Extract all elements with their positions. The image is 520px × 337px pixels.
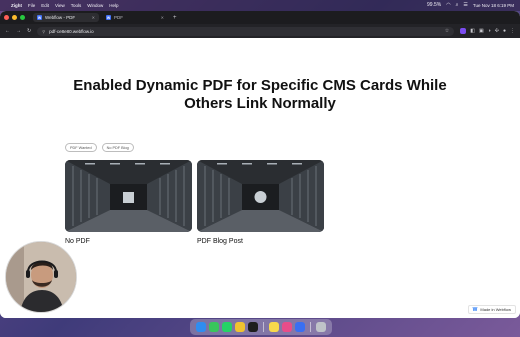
cms-card-pdf-blog-post[interactable]: PDF Blog Post: [197, 160, 324, 245]
page-headline: Enabled Dynamic PDF for Specific CMS Car…: [60, 77, 460, 113]
traffic-lights: [4, 15, 25, 20]
wifi-icon[interactable]: ◠: [446, 3, 450, 8]
battery-text: 99.5%: [427, 2, 442, 8]
menu-file[interactable]: File: [28, 3, 35, 8]
menu-edit[interactable]: Edit: [41, 3, 49, 8]
back-icon[interactable]: ←: [5, 28, 10, 34]
forward-icon[interactable]: →: [16, 28, 21, 34]
server-room-image: [197, 160, 324, 232]
new-tab-button[interactable]: +: [173, 15, 177, 21]
extensions-area: ◧ ▣ ◑ ✣ ● ⋮: [460, 28, 515, 34]
chrome-icon[interactable]: [235, 322, 245, 332]
presenter-avatar: [6, 242, 76, 312]
trash-icon[interactable]: [316, 322, 326, 332]
menu-view[interactable]: View: [55, 3, 65, 8]
control-center-icon[interactable]: ☰: [463, 3, 467, 8]
headline-line-1: Enabled Dynamic PDF for Specific CMS Car…: [73, 77, 447, 94]
minimize-window-button[interactable]: [12, 15, 17, 20]
reload-icon[interactable]: ↻: [27, 28, 31, 34]
extension-icon[interactable]: ▣: [479, 28, 484, 34]
menu-window[interactable]: Window: [87, 3, 103, 8]
tab-title: PDF: [114, 15, 123, 20]
extension-icon[interactable]: [460, 28, 467, 34]
address-bar: ← → ↻ ⚲ pdf-ce8e80.webflow.io ☆ ◧ ▣ ◑ ✣ …: [0, 24, 520, 38]
url-field[interactable]: ⚲ pdf-ce8e80.webflow.io ☆: [37, 26, 455, 36]
webcam-overlay[interactable]: [5, 241, 77, 313]
menu-help[interactable]: Help: [109, 3, 118, 8]
menu-bar: Zight File Edit View Tools Window Help 9…: [0, 0, 520, 11]
clock[interactable]: Tue Nov 18 6:19 PM: [473, 3, 514, 8]
card-title[interactable]: No PDF: [65, 238, 192, 245]
web-page: Enabled Dynamic PDF for Specific CMS Car…: [0, 38, 520, 318]
figma-icon[interactable]: [248, 322, 258, 332]
browser-window: W Webflow - PDF ✕ W PDF ✕ + ← → ↻ ⚲ pdf-…: [0, 11, 520, 318]
photos-icon[interactable]: [282, 322, 292, 332]
dock-separator: [263, 322, 264, 332]
card-thumbnail-server-room[interactable]: [197, 160, 324, 232]
card-title[interactable]: PDF Blog Post: [197, 238, 324, 245]
zoom-window-button[interactable]: [20, 15, 25, 20]
tab-bar: W Webflow - PDF ✕ W PDF ✕ +: [0, 11, 520, 24]
tab-pdf[interactable]: W PDF ✕: [102, 13, 168, 22]
url-text: pdf-ce8e80.webflow.io: [49, 28, 94, 34]
webflow-logo-icon: W: [472, 306, 478, 313]
tab-title: Webflow - PDF: [45, 15, 76, 20]
menu-tools[interactable]: Tools: [71, 3, 82, 8]
close-window-button[interactable]: [4, 15, 9, 20]
card-thumbnail-server-room[interactable]: [65, 160, 192, 232]
dock: [190, 319, 332, 335]
filter-no-pdf-blog[interactable]: No PDF Blog: [101, 143, 134, 152]
webflow-favicon-icon: W: [106, 15, 111, 20]
finder-icon[interactable]: [196, 322, 206, 332]
filter-buttons: PDF Wanted No PDF Blog: [65, 143, 134, 152]
webflow-favicon-icon: W: [37, 15, 42, 20]
extension-icon[interactable]: ◑: [488, 28, 491, 34]
headline-line-2: Others Link Normally: [184, 95, 336, 112]
badge-text: Made in Webflow: [480, 307, 511, 312]
filter-pdf-wanted[interactable]: PDF Wanted: [65, 143, 97, 152]
cms-card-no-pdf[interactable]: No PDF: [65, 160, 192, 245]
site-info-icon[interactable]: ⚲: [42, 29, 45, 34]
extension-icon[interactable]: ◧: [470, 28, 475, 34]
messages-icon[interactable]: [209, 322, 219, 332]
bookmark-star-icon[interactable]: ☆: [445, 28, 449, 34]
browser-menu-icon[interactable]: ⋮: [510, 28, 515, 34]
notes-icon[interactable]: [269, 322, 279, 332]
close-tab-icon[interactable]: ✕: [92, 15, 95, 20]
tab-webflow-pdf[interactable]: W Webflow - PDF ✕: [33, 13, 99, 22]
search-icon[interactable]: ⌕: [456, 3, 459, 8]
browser-icon[interactable]: [295, 322, 305, 332]
made-in-webflow-badge[interactable]: W Made in Webflow: [467, 305, 516, 314]
server-room-image: [65, 160, 192, 232]
dock-separator: [310, 322, 311, 332]
close-tab-icon[interactable]: ✕: [161, 15, 164, 20]
profile-icon[interactable]: ●: [503, 28, 506, 34]
menu-app-name[interactable]: Zight: [11, 3, 22, 8]
extensions-puzzle-icon[interactable]: ✣: [495, 28, 499, 34]
whatsapp-icon[interactable]: [222, 322, 232, 332]
